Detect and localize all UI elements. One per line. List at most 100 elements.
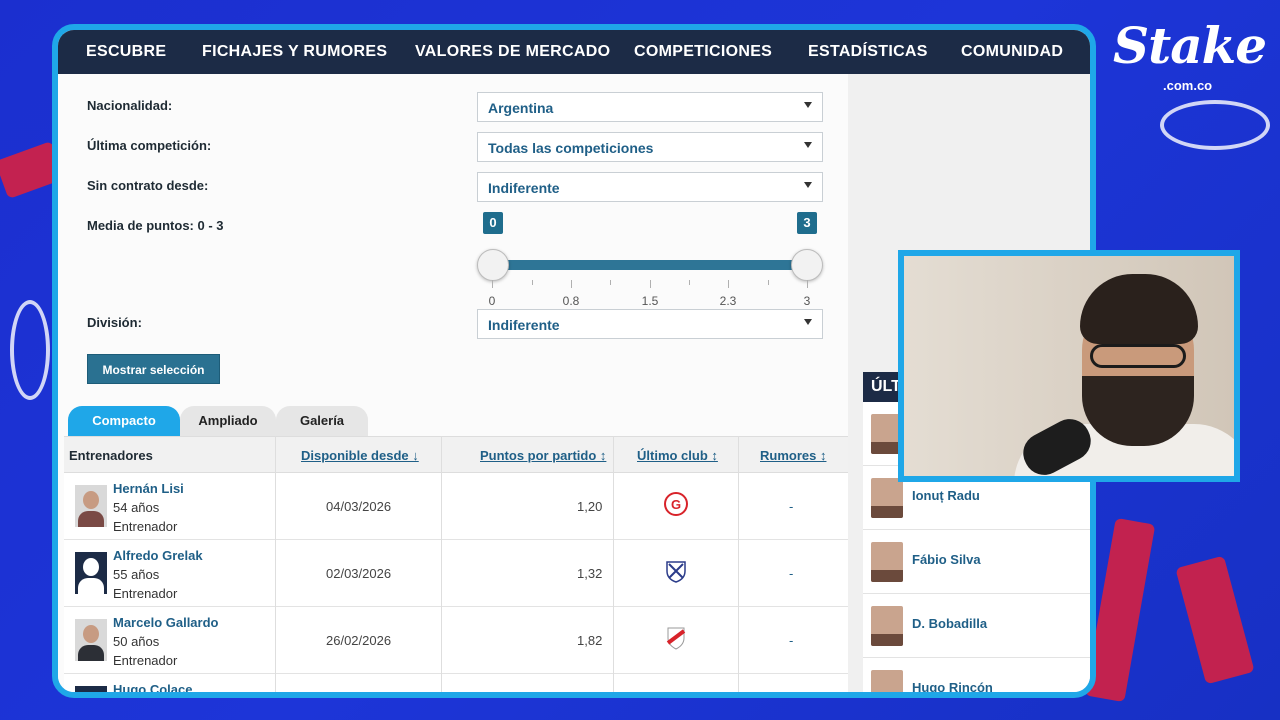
news-item[interactable]: Fábio Silva <box>863 530 1090 594</box>
coach-name-link[interactable]: Hernán Lisi <box>113 481 184 496</box>
header-coaches: Entrenadores <box>69 448 153 463</box>
latest-news-title: ÚLTI <box>863 372 905 402</box>
contract-label: Sin contrato desde: <box>87 178 209 193</box>
top-navigation: ESCUBRE FICHAJES Y RUMORES VALORES DE ME… <box>58 30 1090 74</box>
nav-item-estadisticas[interactable]: ESTADÍSTICAS <box>808 43 928 61</box>
points-range: 0 - 3 <box>197 218 224 233</box>
coach-name-link[interactable]: Alfredo Grelak <box>113 548 203 563</box>
table-row: Hugo Colace <box>64 674 848 692</box>
white-squiggle <box>10 300 50 400</box>
rumors-value: - <box>789 566 794 581</box>
coach-photo <box>75 619 107 661</box>
column-divider <box>613 436 614 692</box>
slider-min-badge: 0 <box>483 212 503 234</box>
points-value: 1,82 <box>577 633 603 648</box>
division-label: División: <box>87 315 142 330</box>
slider-tick-label: 2.3 <box>719 294 737 308</box>
tab-ampliado[interactable]: Ampliado <box>180 406 276 436</box>
news-player-name[interactable]: Fábio Silva <box>912 552 981 567</box>
player-thumbnail <box>871 542 903 582</box>
news-item[interactable]: Hugo Rincón <box>863 658 1090 692</box>
nav-item-valores[interactable]: VALORES DE MERCADO <box>415 43 610 61</box>
header-club-sort[interactable]: Último club ↕ <box>637 448 718 463</box>
nationality-value: Argentina <box>488 100 554 116</box>
tab-compacto[interactable]: Compacto <box>68 406 180 436</box>
slider-max-handle[interactable] <box>791 249 823 281</box>
competition-select[interactable]: Todas las competiciones <box>477 132 823 162</box>
slider-tick <box>807 280 808 288</box>
news-player-name[interactable]: Ionuț Radu <box>912 488 980 503</box>
coach-photo <box>75 485 107 527</box>
slider-tick <box>689 280 690 285</box>
column-divider <box>441 436 442 692</box>
nationality-label: Nacionalidad: <box>87 98 173 113</box>
chevron-down-icon <box>804 182 812 188</box>
column-divider <box>738 436 739 692</box>
slider-tick <box>650 280 651 288</box>
coach-name-link[interactable]: Hugo Colace <box>113 682 192 692</box>
coach-role: Entrenador <box>113 519 178 534</box>
search-panel: Nacionalidad: Argentina Última competici… <box>58 74 848 692</box>
competition-value: Todas las competiciones <box>488 140 654 156</box>
news-item[interactable]: D. Bobadilla <box>863 594 1090 658</box>
points-value: 1,20 <box>577 499 603 514</box>
slider-tick <box>728 280 729 288</box>
club-logo-icon[interactable] <box>664 626 688 650</box>
nav-item-fichajes[interactable]: FICHAJES Y RUMORES <box>202 43 387 61</box>
tab-galeria[interactable]: Galería <box>276 406 368 436</box>
header-rumors-sort[interactable]: Rumores ↕ <box>760 448 826 463</box>
points-value: 1,32 <box>577 566 603 581</box>
slider-tick-label: 0 <box>488 294 496 308</box>
player-thumbnail <box>871 606 903 646</box>
show-selection-button[interactable]: Mostrar selección <box>87 354 220 384</box>
coach-photo-placeholder <box>75 686 107 692</box>
svg-text:G: G <box>671 497 681 512</box>
slider-tick-label: 1.5 <box>641 294 659 308</box>
white-squiggle <box>1160 100 1270 150</box>
nav-item-comunidad[interactable]: COMUNIDAD <box>961 43 1063 61</box>
news-player-name[interactable]: Hugo Rincón <box>912 680 993 692</box>
slider-tick <box>571 280 572 288</box>
coach-role: Entrenador <box>113 653 178 668</box>
nav-item-competiciones[interactable]: COMPETICIONES <box>634 43 772 61</box>
chevron-down-icon <box>804 319 812 325</box>
rumors-value: - <box>789 499 794 514</box>
competition-label: Última competición: <box>87 138 212 153</box>
contract-value: Indiferente <box>488 180 560 196</box>
coach-age: 55 años <box>113 567 160 582</box>
news-player-name[interactable]: D. Bobadilla <box>912 616 987 631</box>
chevron-down-icon <box>804 142 812 148</box>
slider-tick <box>610 280 611 285</box>
club-logo-icon[interactable] <box>664 559 688 583</box>
slider-max-badge: 3 <box>797 212 817 234</box>
header-points-sort[interactable]: Puntos por partido ↕ <box>480 448 606 463</box>
slider-tick-label: 3 <box>803 294 811 308</box>
table-row: Alfredo Grelak 55 años Entrenador 02/03/… <box>64 540 848 607</box>
stake-logo-word: Stake <box>1113 16 1267 75</box>
contract-select[interactable]: Indiferente <box>477 172 823 202</box>
points-slider-track[interactable] <box>492 260 807 270</box>
coach-name-link[interactable]: Marcelo Gallardo <box>113 615 218 630</box>
table-header: Entrenadores Disponible desde ↓ Puntos p… <box>64 436 848 473</box>
points-label-text: Media de puntos: <box>87 218 194 233</box>
stake-logo: Stake .com.co <box>1113 16 1273 96</box>
slider-tick-label: 0.8 <box>562 294 580 308</box>
club-logo-icon[interactable]: G <box>664 492 688 516</box>
rumors-value: - <box>789 633 794 648</box>
stake-logo-domain: .com.co <box>1163 78 1213 93</box>
points-label: Media de puntos: 0 - 3 <box>87 218 224 233</box>
nationality-select[interactable]: Argentina <box>477 92 823 122</box>
header-available-sort[interactable]: Disponible desde ↓ <box>301 448 419 463</box>
red-brush-stroke <box>1175 555 1255 685</box>
division-select[interactable]: Indiferente <box>477 309 823 339</box>
column-divider <box>275 436 276 692</box>
table-row: Hernán Lisi 54 años Entrenador 04/03/202… <box>64 473 848 540</box>
streamer-webcam <box>898 250 1240 482</box>
division-value: Indiferente <box>488 317 560 333</box>
nav-item-descubre[interactable]: ESCUBRE <box>86 43 166 61</box>
slider-min-handle[interactable] <box>477 249 509 281</box>
available-date: 26/02/2026 <box>326 633 392 648</box>
coach-photo-placeholder <box>75 552 107 594</box>
chevron-down-icon <box>804 102 812 108</box>
coach-role: Entrenador <box>113 586 178 601</box>
